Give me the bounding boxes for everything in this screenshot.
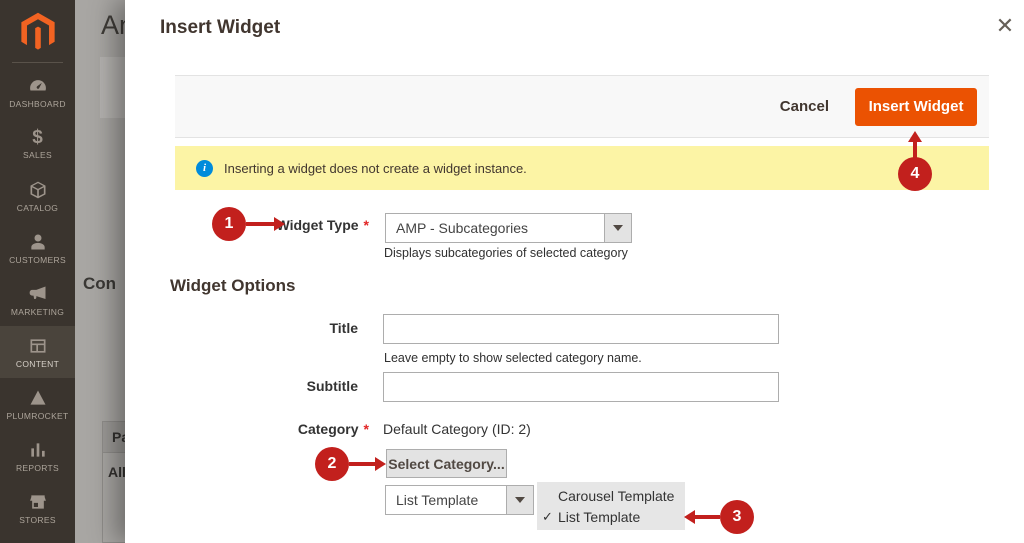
widget-options-heading: Widget Options (170, 276, 295, 296)
required-asterisk: * (364, 217, 369, 233)
magento-logo[interactable] (0, 8, 75, 56)
dropdown-option-carousel-template[interactable]: Carousel Template (537, 485, 685, 506)
title-input[interactable] (383, 314, 779, 344)
arrow-up-icon (908, 131, 922, 142)
subtitle-input[interactable] (383, 372, 779, 402)
content-icon (28, 336, 48, 356)
sidebar-item-label: CATALOG (17, 203, 58, 213)
widget-type-select[interactable]: AMP - Subcategories (385, 213, 632, 243)
sidebar-item-label: CONTENT (16, 359, 59, 369)
sidebar-item-label: REPORTS (16, 463, 59, 473)
sidebar-item-label: DASHBOARD (9, 99, 66, 109)
catalog-icon (28, 180, 48, 200)
annotation-step-3: 3 (720, 500, 754, 534)
sidebar-item-sales[interactable]: $ SALES (0, 118, 75, 170)
arrow-up-stem (913, 142, 917, 158)
marketing-icon (28, 284, 48, 304)
section-heading-fragment: Con (83, 274, 116, 294)
arrow-right-icon (274, 217, 285, 231)
notice-text: Inserting a widget does not create a wid… (224, 161, 527, 176)
widget-type-value: AMP - Subcategories (386, 220, 604, 236)
admin-sidebar: DASHBOARD $ SALES CATALOG CUSTOMERS MARK… (0, 0, 75, 543)
sidebar-item-label: MARKETING (11, 307, 64, 317)
info-notice: i Inserting a widget does not create a w… (175, 146, 989, 190)
required-asterisk: * (364, 421, 369, 437)
subtitle-label: Subtitle (174, 378, 358, 394)
title-label: Title (174, 320, 358, 336)
chevron-down-icon[interactable] (506, 486, 533, 514)
template-select[interactable]: List Template (385, 485, 534, 515)
stores-icon (28, 492, 48, 512)
sidebar-item-content[interactable]: CONTENT (0, 326, 75, 378)
category-label: Category * (185, 421, 369, 437)
category-value: Default Category (ID: 2) (383, 421, 531, 437)
arrow-left-icon (684, 510, 695, 524)
checkmark-icon: ✓ (542, 509, 558, 525)
title-note: Leave empty to show selected category na… (384, 351, 642, 365)
insert-widget-modal: Insert Widget ✕ Cancel Insert Widget i I… (125, 0, 1024, 543)
sidebar-item-label: PLUMROCKET (6, 411, 68, 421)
plumrocket-icon (28, 388, 48, 408)
sales-icon: $ (32, 129, 43, 147)
modal-actions-bar: Cancel Insert Widget (175, 75, 989, 138)
arrow-left-stem (695, 515, 720, 519)
sidebar-item-label: CUSTOMERS (9, 255, 66, 265)
template-dropdown-list: Carousel Template ✓ List Template (537, 482, 685, 530)
sidebar-item-stores[interactable]: STORES (0, 482, 75, 534)
sidebar-item-label: SALES (23, 150, 52, 160)
annotation-step-4: 4 (898, 157, 932, 191)
insert-widget-button[interactable]: Insert Widget (855, 88, 977, 126)
magento-logo-icon (17, 11, 59, 53)
chevron-down-icon[interactable] (604, 214, 631, 242)
cancel-button[interactable]: Cancel (780, 98, 829, 115)
arrow-right-icon (375, 457, 386, 471)
widget-type-note: Displays subcategories of selected categ… (384, 246, 628, 260)
sidebar-item-plumrocket[interactable]: PLUMROCKET (0, 378, 75, 430)
annotation-step-2: 2 (315, 447, 349, 481)
sidebar-divider (12, 62, 63, 63)
close-icon[interactable]: ✕ (989, 10, 1021, 42)
info-icon: i (196, 160, 213, 177)
sidebar-item-dashboard[interactable]: DASHBOARD (0, 66, 75, 118)
annotation-step-1: 1 (212, 207, 246, 241)
dashboard-icon (28, 76, 48, 96)
sidebar-item-catalog[interactable]: CATALOG (0, 170, 75, 222)
template-select-value: List Template (386, 492, 506, 508)
screen: DASHBOARD $ SALES CATALOG CUSTOMERS MARK… (0, 0, 1024, 543)
modal-title: Insert Widget (160, 17, 280, 39)
dropdown-option-list-template[interactable]: ✓ List Template (537, 506, 685, 527)
arrow-right-stem (246, 222, 274, 226)
arrow-right-stem (349, 462, 375, 466)
sidebar-item-marketing[interactable]: MARKETING (0, 274, 75, 326)
sidebar-item-reports[interactable]: REPORTS (0, 430, 75, 482)
sidebar-item-label: STORES (19, 515, 56, 525)
reports-icon (28, 440, 48, 460)
sidebar-item-customers[interactable]: CUSTOMERS (0, 222, 75, 274)
customers-icon (28, 232, 48, 252)
select-category-button[interactable]: Select Category... (386, 449, 507, 478)
